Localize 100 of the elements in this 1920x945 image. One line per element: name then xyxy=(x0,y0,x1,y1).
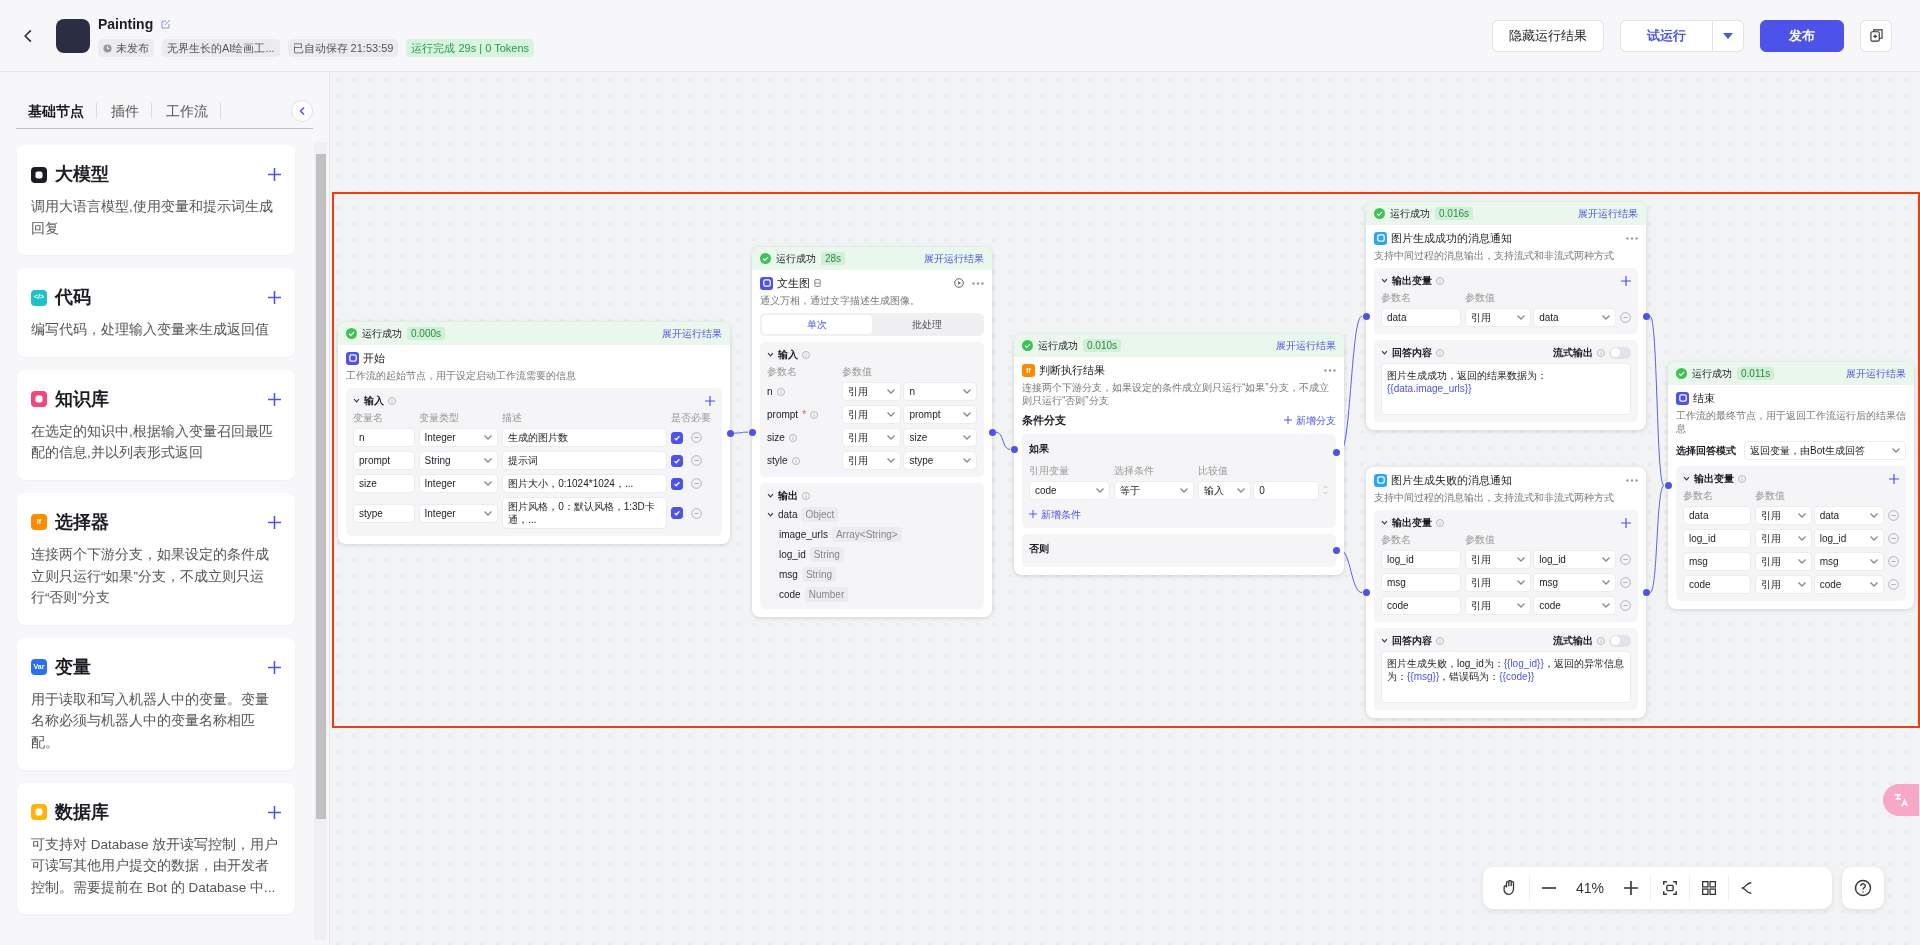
add-icon[interactable] xyxy=(1621,517,1631,528)
copy-button[interactable] xyxy=(1860,19,1892,52)
parameter-name-field[interactable]: code xyxy=(1381,596,1461,616)
sidebar-tab[interactable]: 插件 xyxy=(111,103,152,119)
more-icon[interactable] xyxy=(1324,368,1336,372)
expand-results-link[interactable]: 展开运行结果 xyxy=(1276,339,1336,352)
parameter-name-field[interactable]: code xyxy=(1683,575,1751,595)
required-checkbox[interactable] xyxy=(671,507,683,520)
add-icon[interactable] xyxy=(1621,275,1631,286)
parameter-name-field[interactable]: data xyxy=(1683,506,1751,526)
port-dot[interactable] xyxy=(988,428,996,436)
type-select[interactable]: String xyxy=(418,451,499,471)
port-dot[interactable] xyxy=(1664,482,1672,490)
port-dot[interactable] xyxy=(748,428,756,436)
source-select[interactable]: 引用 xyxy=(842,405,902,425)
source-select[interactable]: 引用 xyxy=(1464,308,1532,328)
value-select[interactable]: size xyxy=(903,428,977,448)
port-dot[interactable] xyxy=(1642,589,1650,597)
add-icon[interactable] xyxy=(268,515,281,529)
mode-tab[interactable]: 批处理 xyxy=(872,315,982,335)
expand-results-link[interactable]: 展开运行结果 xyxy=(1578,207,1638,220)
add-condition-link[interactable]: 新增条件 xyxy=(1029,507,1081,521)
value-select[interactable]: data xyxy=(1813,506,1884,526)
add-icon[interactable] xyxy=(268,168,281,181)
type-select[interactable]: Integer xyxy=(418,503,499,523)
expand-results-link[interactable]: 展开运行结果 xyxy=(1846,367,1906,380)
publish-button[interactable]: 发布 xyxy=(1760,19,1844,52)
workflow-node[interactable]: 运行成功 0.011s 展开运行结果 结束 工作流的最终节点，用于返回工作流运行后的结果信息 选择回答模式 返回变量，由Bot生成回答 输出变量 参数名 参数值 data 引用 data log_id 引用 log_id msg 引用 msg code 引用 code xyxy=(1668,362,1914,610)
stream-toggle[interactable] xyxy=(1609,634,1631,647)
source-select[interactable]: 引用 xyxy=(1464,596,1532,616)
source-select[interactable]: 引用 xyxy=(1754,529,1812,549)
variable-name-field[interactable]: size xyxy=(353,474,415,494)
type-select[interactable]: Integer xyxy=(418,474,499,494)
required-checkbox[interactable] xyxy=(671,454,683,467)
source-select[interactable]: 引用 xyxy=(1754,506,1812,526)
source-select[interactable]: 引用 xyxy=(1464,550,1532,570)
operator-select[interactable]: 等于 xyxy=(1113,480,1195,500)
port-dot[interactable] xyxy=(1332,546,1340,554)
node-card[interactable]: 大模型 调用大语言模型,使用变量和提示词生成回复 xyxy=(17,145,295,256)
add-branch-link[interactable]: 新增分支 xyxy=(1284,413,1336,427)
description-field[interactable]: 提示词 xyxy=(502,451,667,471)
hide-results-button[interactable]: 隐藏运行结果 xyxy=(1492,19,1604,52)
play-icon[interactable] xyxy=(954,278,964,289)
port-dot[interactable] xyxy=(1362,312,1370,320)
add-icon[interactable] xyxy=(268,291,281,305)
port-dot[interactable] xyxy=(1362,589,1370,597)
port-dot[interactable] xyxy=(1332,448,1340,456)
type-select[interactable]: Integer xyxy=(418,428,499,448)
value-select[interactable]: msg xyxy=(1533,573,1616,593)
dropdown-button[interactable] xyxy=(1713,19,1744,52)
source-select[interactable]: 引用 xyxy=(1754,575,1812,595)
node-card[interactable]: 数据库 可支持对 Database 放开读写控制，用户可读写其他用户提交的数据，由开发者控制。需要提前在 Bot 的 Database 中... xyxy=(17,782,295,915)
sidebar-tab[interactable]: 基础节点 xyxy=(28,103,97,119)
collapse-button[interactable] xyxy=(291,100,313,122)
parameter-name-field[interactable]: log_id xyxy=(1381,550,1461,570)
source-select[interactable]: 输入 xyxy=(1198,480,1252,500)
stream-toggle[interactable] xyxy=(1609,346,1631,359)
port-dot[interactable] xyxy=(1642,312,1650,320)
sidebar-tab[interactable]: 工作流 xyxy=(166,103,221,119)
back-icon[interactable] xyxy=(24,28,32,43)
add-icon[interactable] xyxy=(268,660,281,674)
help-button[interactable] xyxy=(1842,867,1884,909)
port-dot[interactable] xyxy=(726,429,734,437)
more-icon[interactable] xyxy=(1626,478,1638,482)
edit-icon[interactable] xyxy=(161,19,172,30)
description-field[interactable]: 生成的图片数 xyxy=(502,428,667,448)
more-icon[interactable] xyxy=(1626,236,1638,240)
source-select[interactable]: 引用 xyxy=(1754,552,1812,572)
answer-mode-select[interactable]: 返回变量，由Bot生成回答 xyxy=(1744,441,1906,461)
variable-name-field[interactable]: stype xyxy=(353,503,415,523)
value-select[interactable]: data xyxy=(1533,308,1616,328)
test-run-button[interactable]: 试运行 xyxy=(1620,19,1713,52)
description-field[interactable]: 图片风格，0：默认风格，1:3D卡通，... xyxy=(502,497,667,530)
value-select[interactable]: code xyxy=(1813,575,1884,595)
parameter-name-field[interactable]: data xyxy=(1381,308,1461,328)
value-select[interactable]: code xyxy=(1533,596,1616,616)
value-select[interactable]: log_id xyxy=(1813,529,1884,549)
node-card[interactable]: 知识库 在选定的知识中,根据输入变量召回最匹配的信息,并以列表形式返回 xyxy=(17,369,295,480)
add-icon[interactable] xyxy=(1889,473,1899,484)
value-select[interactable]: stype xyxy=(903,451,977,471)
source-select[interactable]: 引用 xyxy=(842,382,902,402)
value-select[interactable]: msg xyxy=(1813,552,1884,572)
value-field[interactable]: 0 xyxy=(1253,480,1319,500)
variable-name-field[interactable]: n xyxy=(353,428,415,448)
add-icon[interactable] xyxy=(268,392,281,406)
expand-results-link[interactable]: 展开运行结果 xyxy=(662,327,722,340)
expand-results-link[interactable]: 展开运行结果 xyxy=(924,252,984,265)
parameter-name-field[interactable]: msg xyxy=(1683,552,1751,572)
port-dot[interactable] xyxy=(1010,446,1018,453)
scrollbar-thumb[interactable] xyxy=(316,154,326,819)
value-select[interactable]: prompt xyxy=(903,405,977,425)
required-checkbox[interactable] xyxy=(671,477,683,490)
parameter-name-field[interactable]: msg xyxy=(1381,573,1461,593)
add-icon[interactable] xyxy=(705,395,715,406)
add-icon[interactable] xyxy=(268,805,281,819)
variable-name-field[interactable]: prompt xyxy=(353,451,415,471)
source-select[interactable]: 引用 xyxy=(1464,573,1532,593)
source-select[interactable]: 引用 xyxy=(842,428,902,448)
value-select[interactable]: log_id xyxy=(1533,550,1616,570)
required-checkbox[interactable] xyxy=(671,431,683,444)
